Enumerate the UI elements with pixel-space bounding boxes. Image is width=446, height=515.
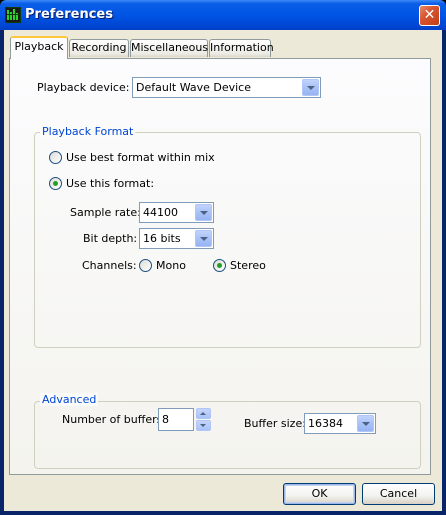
chevron-down-icon[interactable] [195, 230, 212, 247]
best-format-radio[interactable] [49, 151, 62, 164]
playback-format-title: Playback Format [40, 125, 136, 138]
stereo-radio[interactable] [213, 259, 226, 272]
title-bar[interactable]: Preferences ✕ [0, 0, 446, 30]
best-format-label[interactable]: Use best format within mix [66, 151, 215, 164]
spin-down-icon[interactable] [196, 420, 211, 431]
mono-radio[interactable] [139, 259, 152, 272]
buffers-spinner[interactable] [196, 408, 211, 431]
bit-depth-select[interactable]: 16 bits [139, 228, 214, 249]
this-format-label[interactable]: Use this format: [66, 177, 154, 190]
this-format-radio[interactable] [49, 177, 62, 190]
chevron-down-icon[interactable] [357, 415, 374, 432]
sample-rate-select[interactable]: 44100 [139, 202, 214, 223]
preferences-window: Preferences ✕ Playback Recording Miscell… [0, 0, 446, 515]
sample-rate-label: Sample rate: [70, 206, 141, 219]
cancel-button[interactable]: Cancel [362, 483, 435, 505]
close-button[interactable]: ✕ [419, 5, 440, 26]
chevron-down-icon[interactable] [302, 79, 319, 96]
tab-recording[interactable]: Recording [69, 39, 129, 57]
playback-device-select[interactable]: Default Wave Device [132, 77, 321, 98]
number-of-buffers-label: Number of buffers: [62, 413, 167, 426]
playback-device-label: Playback device: [37, 81, 130, 94]
channels-label: Channels: [82, 259, 137, 272]
mono-label[interactable]: Mono [156, 259, 186, 272]
close-icon: ✕ [423, 7, 436, 23]
tab-information[interactable]: Information [209, 39, 274, 57]
playback-panel: Playback device: Default Wave Device Pla… [9, 58, 431, 475]
dialog-body: Playback Recording Miscellaneous Informa… [3, 30, 443, 512]
window-title: Preferences [25, 7, 113, 22]
spin-up-icon[interactable] [196, 408, 211, 419]
number-of-buffers-input[interactable]: 8 [158, 408, 194, 431]
stereo-label[interactable]: Stereo [230, 259, 266, 272]
advanced-title: Advanced [40, 393, 99, 406]
ok-button[interactable]: OK [283, 483, 356, 505]
app-icon [5, 7, 21, 23]
tab-miscellaneous[interactable]: Miscellaneous [130, 39, 208, 57]
bit-depth-label: Bit depth: [83, 232, 138, 245]
tab-playback[interactable]: Playback [10, 36, 68, 59]
buffer-size-label: Buffer size: [244, 417, 306, 430]
chevron-down-icon[interactable] [195, 204, 212, 221]
advanced-group [34, 401, 421, 469]
buffer-size-select[interactable]: 16384 [304, 413, 376, 434]
